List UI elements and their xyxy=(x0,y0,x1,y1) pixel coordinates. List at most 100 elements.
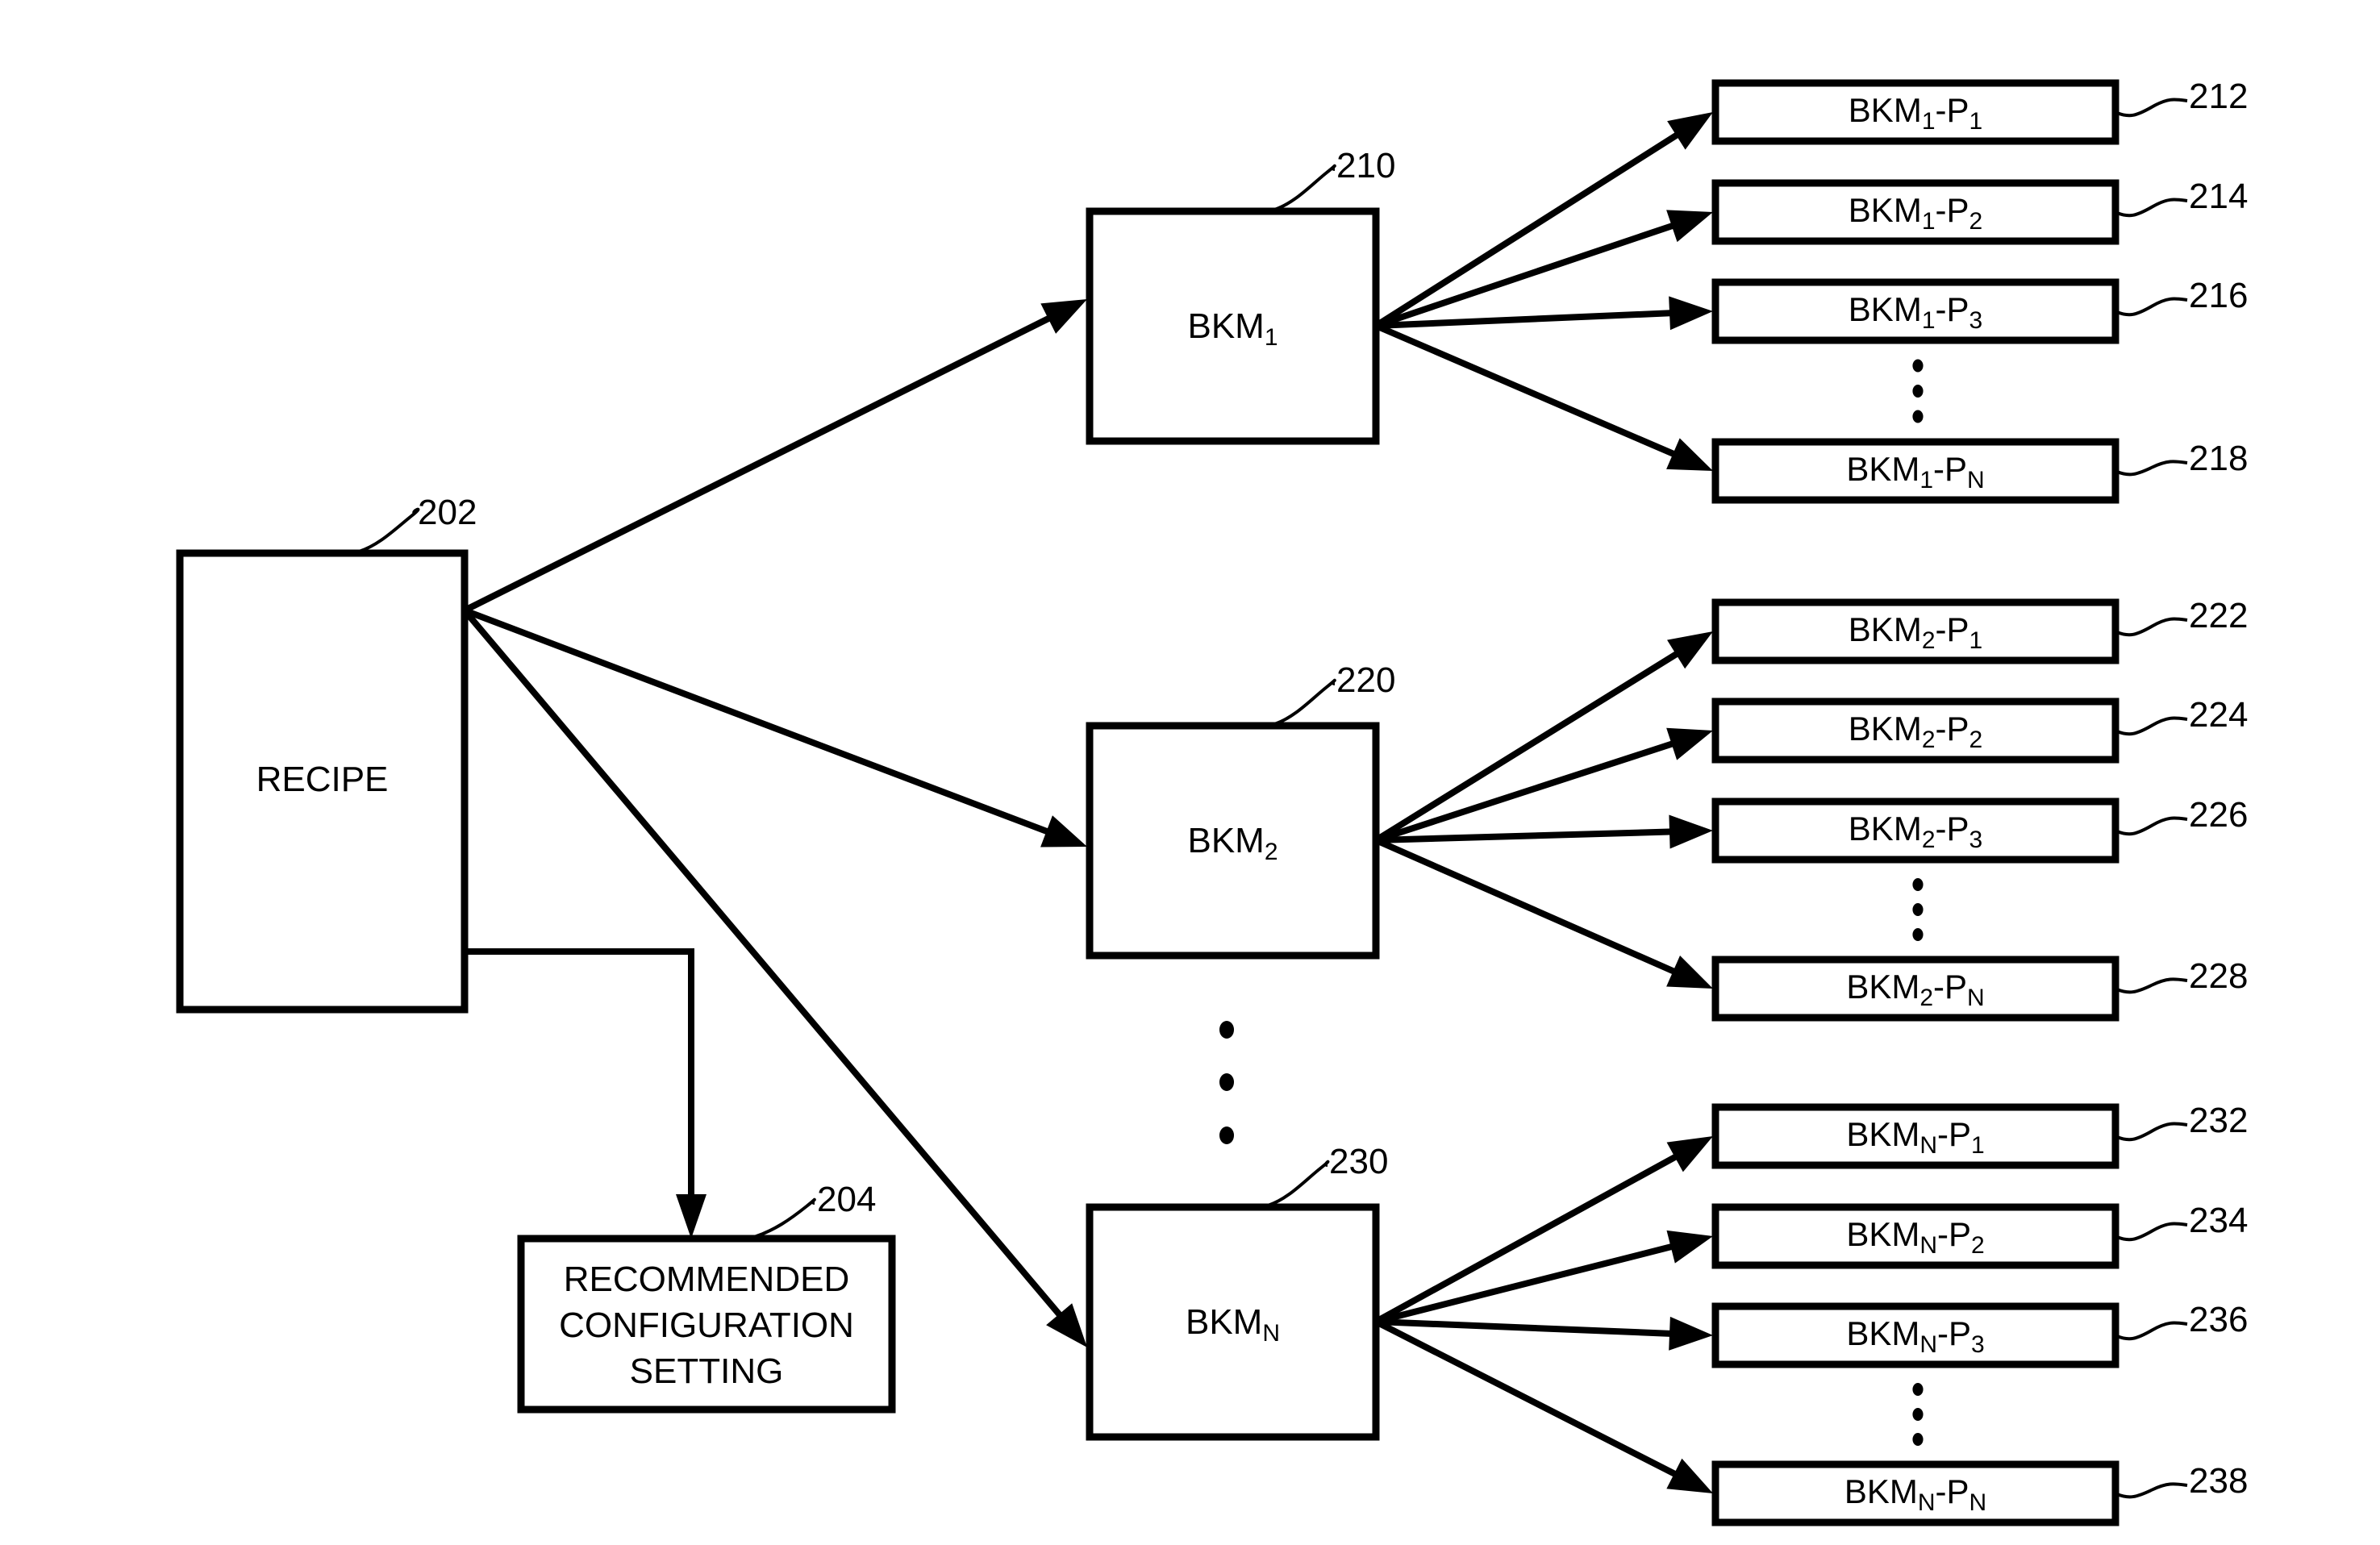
bkm-box-1[interactable]: BKM1 xyxy=(1086,207,1380,445)
arrowhead-icon xyxy=(676,1194,706,1239)
bkm-N-p3-box[interactable]: BKMN-P3 xyxy=(1711,1302,2119,1368)
arrowhead-icon xyxy=(1666,727,1713,760)
ellipsis-dot-icon xyxy=(1912,385,1924,398)
reference-numeral: 204 xyxy=(817,1180,876,1219)
leader-line xyxy=(2116,297,2188,317)
bkm-2-p1-box[interactable]: BKM2-P1 xyxy=(1711,598,2119,664)
arrowhead-icon xyxy=(1666,438,1713,471)
recipe-box[interactable]: RECIPE xyxy=(176,549,469,1014)
practice-ref-236: 236 xyxy=(2116,1300,2248,1341)
recommended-ref-204: 204 xyxy=(753,1180,876,1239)
arrow-line xyxy=(1374,222,1676,329)
bkm-1-p1-box[interactable]: BKM1-P1 xyxy=(1711,79,2119,145)
bkm-1-to-p2-arrow xyxy=(1374,210,1713,329)
arrow-line xyxy=(1374,1152,1680,1325)
practice-ref-234: 234 xyxy=(2116,1201,2248,1242)
practice-label: BKM1-P1 xyxy=(1849,91,1982,135)
reference-numeral: 238 xyxy=(2189,1461,2248,1501)
practice-ref-238: 238 xyxy=(2116,1461,2248,1501)
bkm-1-to-p1-arrow xyxy=(1373,112,1713,329)
reference-numeral: 232 xyxy=(2189,1101,2248,1140)
recommended-configuration-box[interactable]: RECOMMENDED CONFIGURATION SETTING xyxy=(517,1235,896,1414)
leader-line xyxy=(2116,977,2188,994)
arrow-line xyxy=(1375,828,1674,843)
practice-ref-214: 214 xyxy=(2116,177,2248,218)
reference-numeral: 230 xyxy=(1329,1142,1388,1181)
practice-label: BKM2-PN xyxy=(1846,968,1984,1011)
bkm-1-to-pN-arrow xyxy=(1374,323,1713,471)
bkm-N-p1-box[interactable]: BKMN-P1 xyxy=(1711,1103,2119,1169)
bkm-2-to-pN-arrow xyxy=(1374,837,1713,989)
recipe-to-recommended-connector xyxy=(465,948,706,1239)
arrowhead-icon xyxy=(1669,814,1713,849)
arrowhead-icon xyxy=(1666,1136,1713,1172)
bkm-ref-210: 210 xyxy=(1273,146,1395,211)
reference-numeral: 220 xyxy=(1336,660,1395,700)
bkm-2-p3-box[interactable]: BKM2-P3 xyxy=(1711,797,2119,864)
arrow-line xyxy=(1374,837,1678,976)
recipe-ref-202: 202 xyxy=(358,493,477,553)
leader-line xyxy=(753,1197,816,1239)
bkm-2-p2-box[interactable]: BKM2-P2 xyxy=(1711,698,2119,764)
reference-numeral: 234 xyxy=(2189,1201,2248,1240)
arrowhead-icon xyxy=(1669,296,1713,331)
arrowhead-icon xyxy=(1666,210,1713,243)
practice-ref-228: 228 xyxy=(2116,956,2248,996)
practice-label: BKM2-P2 xyxy=(1849,710,1982,753)
arrow-line xyxy=(463,607,1051,835)
bkm-box-2[interactable]: BKM2 xyxy=(1086,722,1380,960)
bkm-label: BKM2 xyxy=(1187,821,1278,865)
bkm-label: BKM1 xyxy=(1187,306,1278,351)
leader-line xyxy=(1273,164,1336,211)
arrow-line xyxy=(1375,1318,1674,1337)
bkm-2-to-p3-arrow xyxy=(1375,814,1713,849)
arrowhead-icon xyxy=(1666,1230,1713,1264)
elbow-line xyxy=(465,948,694,1197)
arrow-line xyxy=(1375,310,1674,329)
bkm-2-pN-box[interactable]: BKM2-PN xyxy=(1711,956,2119,1022)
practice-label: BKMN-P2 xyxy=(1846,1215,1984,1259)
recipe-to-bkm-2-arrow xyxy=(463,607,1087,847)
practice-label: BKMN-PN xyxy=(1844,1472,1986,1516)
bkm-groups-ellipsis-icon xyxy=(1219,1021,1235,1144)
bkm-2-to-p2-arrow xyxy=(1374,727,1713,843)
bkm-1-children-ellipsis-icon xyxy=(1912,359,1924,423)
practice-ref-218: 218 xyxy=(2116,439,2248,478)
recipe-to-bkm-1-arrow xyxy=(463,299,1087,614)
bkm-box-N[interactable]: BKMN xyxy=(1086,1203,1380,1441)
bkm-1-pN-box[interactable]: BKM1-PN xyxy=(1711,438,2119,504)
arrowhead-icon xyxy=(1667,112,1713,150)
leader-line xyxy=(2116,198,2188,218)
arrow-line xyxy=(1374,1318,1679,1478)
bkm-N-pN-box[interactable]: BKMN-PN xyxy=(1711,1460,2119,1526)
ellipsis-dot-icon xyxy=(1912,878,1924,891)
leader-line xyxy=(1267,1160,1330,1207)
reference-numeral: 228 xyxy=(2189,956,2248,996)
reference-numeral: 236 xyxy=(2189,1300,2248,1339)
bkm-N-p2-box[interactable]: BKMN-P2 xyxy=(1711,1203,2119,1269)
ellipsis-dot-icon xyxy=(1912,1433,1924,1446)
bkm-1-to-p3-arrow xyxy=(1375,296,1713,331)
arrowhead-icon xyxy=(1669,1316,1713,1351)
leader-line xyxy=(2116,816,2188,836)
arrow-line xyxy=(463,314,1053,614)
bkm-2-to-p1-arrow xyxy=(1373,631,1713,843)
reference-numeral: 210 xyxy=(1336,146,1395,185)
bkm-1-p3-box[interactable]: BKM1-P3 xyxy=(1711,278,2119,344)
practice-label: BKMN-P1 xyxy=(1846,1115,1984,1159)
reference-numeral: 214 xyxy=(2189,177,2248,216)
practice-ref-212: 212 xyxy=(2116,77,2248,118)
arrow-line xyxy=(1373,131,1681,329)
bkm-N-to-p1-arrow xyxy=(1374,1136,1713,1325)
recipe-label: RECIPE xyxy=(256,760,389,799)
reference-numeral: 222 xyxy=(2189,596,2248,635)
reference-numeral: 212 xyxy=(2189,77,2248,116)
practice-label: BKM1-P3 xyxy=(1849,290,1982,334)
bkm-N-children-ellipsis-icon xyxy=(1912,1383,1924,1446)
bkm-1-p2-box[interactable]: BKM1-P2 xyxy=(1711,179,2119,245)
leader-line xyxy=(358,507,420,553)
arrow-line xyxy=(1374,739,1676,843)
arrowhead-icon xyxy=(1040,299,1087,334)
arrow-line xyxy=(1373,649,1681,843)
arrow-line xyxy=(1375,1243,1675,1325)
